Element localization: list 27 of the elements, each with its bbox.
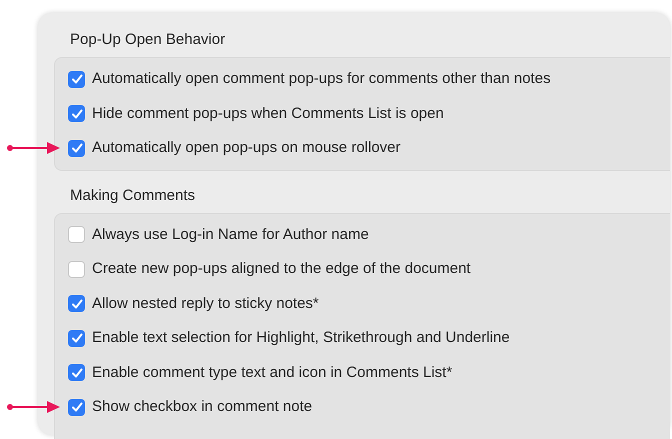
checkbox[interactable] <box>68 260 85 278</box>
option-label: Create new pop-ups aligned to the edge of the document <box>92 259 471 279</box>
option-label: Automatically open pop-ups on mouse rollover <box>92 138 401 158</box>
checkmark-icon <box>70 142 82 154</box>
checkbox[interactable] <box>68 70 85 88</box>
section-heading: Making Comments <box>70 186 196 206</box>
checkbox[interactable] <box>68 330 85 347</box>
checkbox[interactable] <box>68 140 85 157</box>
option-label: Allow nested reply to sticky notes* <box>92 294 319 314</box>
section-heading: Pop-Up Open Behavior <box>70 30 226 50</box>
checkmark-icon <box>70 332 82 344</box>
checkmark-icon <box>70 298 82 310</box>
option-label: Enable text selection for Highlight, Strikethrough and Underline <box>92 328 510 348</box>
checkmark-icon <box>70 73 82 86</box>
checkmark-icon <box>70 108 82 120</box>
checkbox[interactable] <box>68 364 85 382</box>
checkbox[interactable] <box>68 105 85 122</box>
option-label: Hide comment pop-ups when Comments List is open <box>92 104 444 124</box>
option-label: Always use Log-in Name for Author name <box>92 224 369 244</box>
checkbox[interactable] <box>68 295 85 312</box>
option-label: Automatically open comment pop-ups for comments other than notes <box>92 69 551 89</box>
checkmark-icon <box>70 366 82 379</box>
checkmark-icon <box>70 401 82 414</box>
option-label: Show checkbox in comment note <box>92 397 312 417</box>
option-label: Enable comment type text and icon in Comments List* <box>92 362 452 382</box>
checkbox[interactable] <box>68 226 85 244</box>
checkbox[interactable] <box>68 398 85 416</box>
